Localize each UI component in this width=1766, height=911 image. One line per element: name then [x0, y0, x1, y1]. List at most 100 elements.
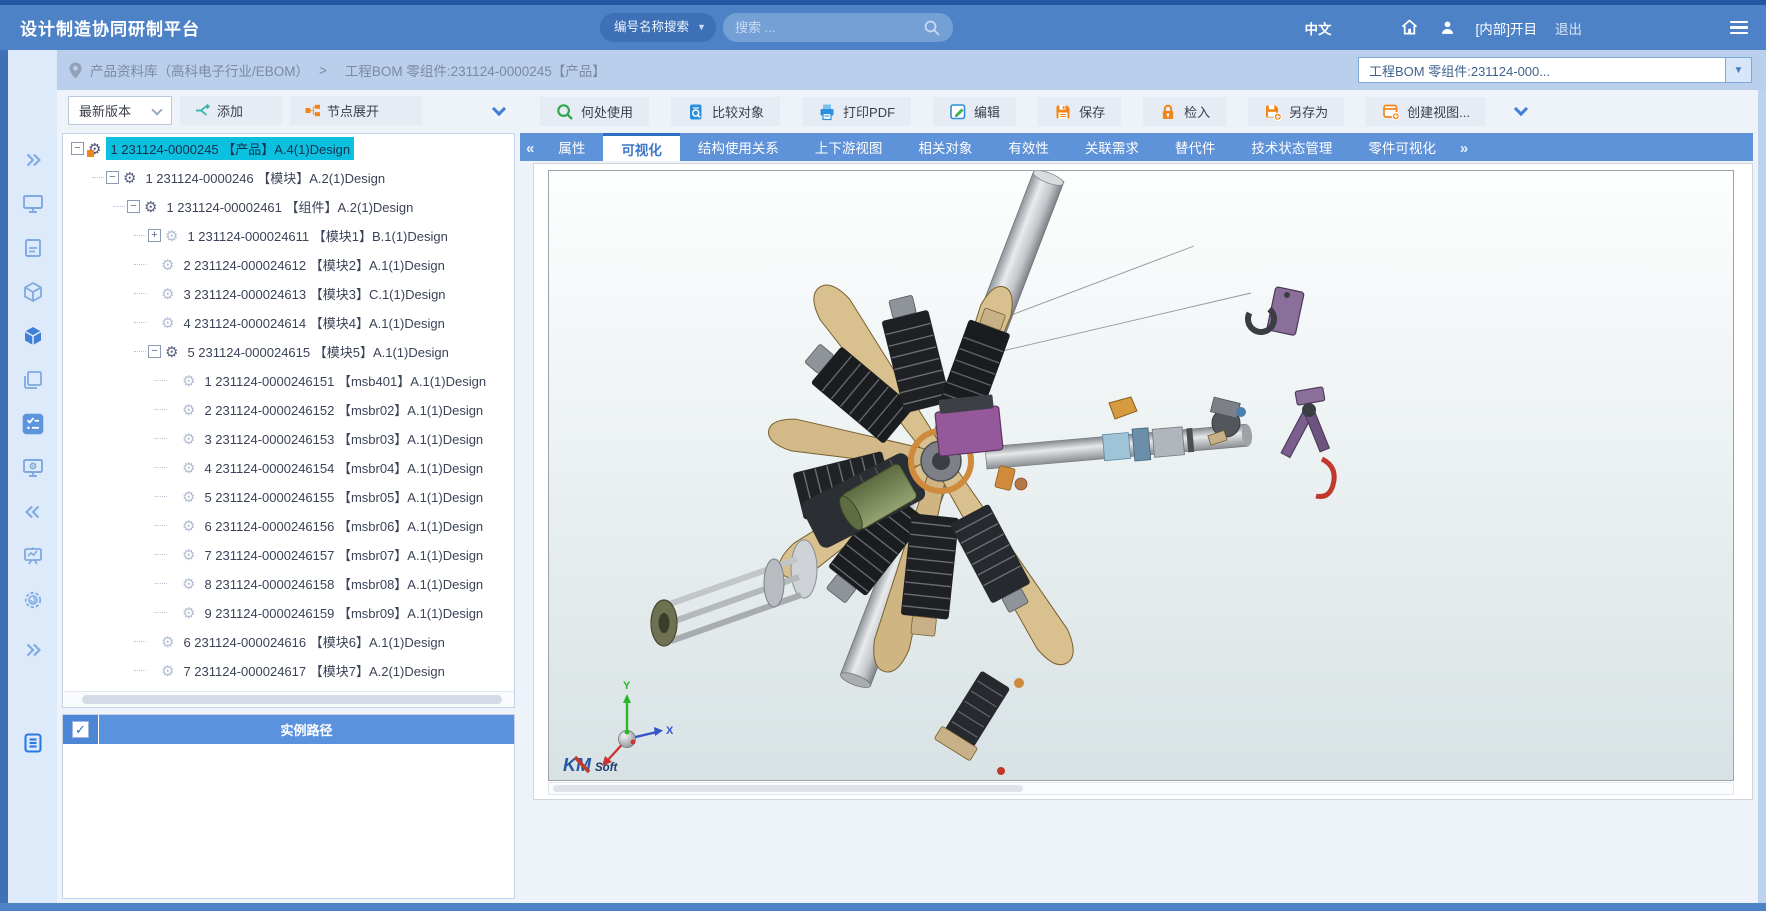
tasklist-icon[interactable] — [18, 409, 48, 439]
add-node-icon — [194, 102, 211, 119]
tree-row[interactable]: +⚙1 231124-000024611 【模块1】B.1(1)Design — [63, 221, 514, 250]
tree-row[interactable]: −⚙1 231124-0000246 【模块】A.2(1)Design — [63, 163, 514, 192]
search-icon — [923, 19, 941, 37]
cube-outline-icon[interactable] — [18, 277, 48, 307]
scrollbar-thumb[interactable] — [553, 785, 1023, 792]
part-icon: ⚙ — [161, 285, 174, 303]
main-toolbar: 何处使用比较对象打印PDF 编辑保存检入另存为创建视图... — [540, 97, 1766, 126]
dashboard-icon[interactable] — [18, 541, 48, 571]
monitor-view-icon[interactable] — [18, 453, 48, 483]
expand-node-button[interactable]: 节点展开 — [290, 96, 422, 125]
double-chevron-right-icon[interactable] — [18, 145, 48, 175]
search-category-dropdown[interactable]: 编号名称搜索 ▼ — [600, 13, 716, 42]
print-pdf-button[interactable]: 打印PDF — [802, 97, 911, 126]
edit-icon — [949, 103, 967, 121]
tabs-scroll-right[interactable]: » — [1454, 140, 1474, 161]
tree-connector — [155, 467, 167, 468]
where-used-button[interactable]: 何处使用 — [540, 97, 649, 126]
breadcrumb-bar: 产品资料库（高科电子行业/EBOM） > 工程BOM 零组件:231124-00… — [57, 50, 1766, 90]
breadcrumb-current: 工程BOM 零组件:231124-0000245【产品】 — [345, 60, 606, 80]
user-icon[interactable] — [1438, 18, 1457, 37]
notes-icon[interactable] — [18, 728, 48, 758]
collapse-toggle-icon[interactable]: − — [127, 200, 140, 213]
tree-row[interactable]: ⚙4 231124-0000246154 【msbr04】A.1(1)Desig… — [63, 453, 514, 482]
compare-button[interactable]: 比较对象 — [671, 97, 780, 126]
tree-row[interactable]: ⚙3 231124-0000246153 【msbr03】A.1(1)Desig… — [63, 424, 514, 453]
tree-item-label: 5 231124-0000246155 【msbr05】A.1(1)Design — [200, 485, 487, 508]
current-user[interactable]: [内部]开目 — [1475, 18, 1537, 38]
tab-关联需求[interactable]: 关联需求 — [1067, 133, 1157, 161]
tree-row[interactable]: ⚙9 231124-0000246159 【msbr09】A.1(1)Desig… — [63, 598, 514, 627]
collapse-toggle-icon[interactable]: − — [71, 142, 84, 155]
monitor-icon[interactable] — [18, 189, 48, 219]
tree-row[interactable]: ⚙5 231124-0000246155 【msbr05】A.1(1)Desig… — [63, 482, 514, 511]
tab-结构使用关系[interactable]: 结构使用关系 — [680, 133, 797, 161]
tree-row[interactable]: ⚙2 231124-000024612 【模块2】A.1(1)Design — [63, 250, 514, 279]
bom-tree: −⚙1 231124-0000245 【产品】A.4(1)Design−⚙1 2… — [62, 133, 515, 708]
tab-有效性[interactable]: 有效性 — [990, 133, 1067, 161]
tree-row[interactable]: ⚙7 231124-000024617 【模块7】A.2(1)Design — [63, 656, 514, 685]
window-left-border — [0, 50, 8, 903]
version-select[interactable]: 最新版本 — [68, 96, 172, 125]
search-input[interactable] — [735, 20, 923, 35]
tab-相关对象[interactable]: 相关对象 — [900, 133, 990, 161]
tree-row[interactable]: ⚙1 231124-0000246151 【msb401】A.1(1)Desig… — [63, 366, 514, 395]
menu-icon[interactable] — [1730, 21, 1748, 35]
tree-panel-collapse-icon[interactable] — [492, 102, 506, 116]
tree-connector — [134, 264, 146, 265]
tree-row[interactable]: ⚙2 231124-0000246152 【msbr02】A.1(1)Desig… — [63, 395, 514, 424]
create-view-icon — [1382, 103, 1400, 121]
double-chevron-right-icon[interactable] — [18, 635, 48, 665]
home-icon[interactable] — [1399, 17, 1420, 38]
tab-可视化[interactable]: 可视化 — [603, 133, 680, 161]
scrollbar-thumb[interactable] — [82, 695, 502, 704]
expand-toggle-icon[interactable]: + — [148, 229, 161, 242]
settings-gear-icon[interactable] — [18, 585, 48, 615]
logout-button[interactable]: 退出 — [1555, 18, 1582, 38]
tree-row[interactable]: ⚙6 231124-0000246156 【msbr06】A.1(1)Desig… — [63, 511, 514, 540]
tab-技术状态管理[interactable]: 技术状态管理 — [1233, 133, 1350, 161]
tree-row[interactable]: −⚙5 231124-000024615 【模块5】A.1(1)Design — [63, 337, 514, 366]
part-icon: ⚙ — [165, 343, 178, 361]
edit-button[interactable]: 编辑 — [933, 97, 1016, 126]
tree-row[interactable]: ⚙8 231124-0000246158 【msbr08】A.1(1)Desig… — [63, 569, 514, 598]
tree-row[interactable]: ⚙7 231124-0000246157 【msbr07】A.1(1)Desig… — [63, 540, 514, 569]
context-selector-dropdown[interactable]: 工程BOM 零组件:231124-000... ▼ — [1358, 57, 1752, 83]
tab-属性[interactable]: 属性 — [540, 133, 603, 161]
tree-row[interactable]: −⚙1 231124-0000245 【产品】A.4(1)Design — [63, 134, 514, 163]
instance-path-checkbox[interactable]: ✓ — [72, 721, 89, 738]
tree-row[interactable]: ⚙4 231124-000024614 【模块4】A.1(1)Design — [63, 308, 514, 337]
tree-item-label: 4 231124-000024614 【模块4】A.1(1)Design — [179, 311, 448, 334]
tab-替代件[interactable]: 替代件 — [1157, 133, 1234, 161]
document-icon[interactable] — [18, 233, 48, 263]
breadcrumb-root[interactable]: 产品资料库（高科电子行业/EBOM） — [90, 60, 309, 80]
save-as-icon — [1264, 103, 1282, 121]
add-node-button[interactable]: 添加 — [180, 96, 282, 125]
tabs-scroll-left[interactable]: « — [520, 140, 540, 161]
tab-上下游视图[interactable]: 上下游视图 — [797, 133, 901, 161]
tree-connector — [113, 206, 125, 207]
tree-row[interactable]: ⚙3 231124-000024613 【模块3】C.1(1)Design — [63, 279, 514, 308]
save-button[interactable]: 保存 — [1038, 97, 1121, 126]
tree-row[interactable]: ⚙6 231124-000024616 【模块6】A.1(1)Design — [63, 627, 514, 656]
tree-horizontal-scrollbar[interactable] — [64, 691, 515, 706]
layers-icon[interactable] — [18, 365, 48, 395]
chevron-down-icon — [151, 104, 162, 115]
viewer-horizontal-scrollbar[interactable] — [548, 782, 1734, 795]
save-as-button[interactable]: 另存为 — [1248, 97, 1344, 126]
collapse-toggle-icon[interactable]: − — [106, 171, 119, 184]
model-viewport[interactable]: Y X KM Soft — [548, 170, 1734, 781]
collapse-toggle-icon[interactable]: − — [148, 345, 161, 358]
tree-connector — [134, 293, 146, 294]
double-chevron-left-icon[interactable] — [18, 497, 48, 527]
tree-connector — [134, 351, 146, 352]
language-switch[interactable]: 中文 — [1304, 18, 1331, 38]
tab-零件可视化[interactable]: 零件可视化 — [1350, 133, 1454, 161]
tree-row[interactable]: −⚙1 231124-00002461 【组件】A.2(1)Design — [63, 192, 514, 221]
app-title: 设计制造协同研制平台 — [20, 15, 200, 40]
create-view-button[interactable]: 创建视图... — [1366, 97, 1486, 126]
check-in-button[interactable]: 检入 — [1143, 97, 1226, 126]
cube-solid-icon[interactable] — [18, 321, 48, 351]
tree-connector — [155, 612, 167, 613]
tree-connector — [134, 670, 146, 671]
